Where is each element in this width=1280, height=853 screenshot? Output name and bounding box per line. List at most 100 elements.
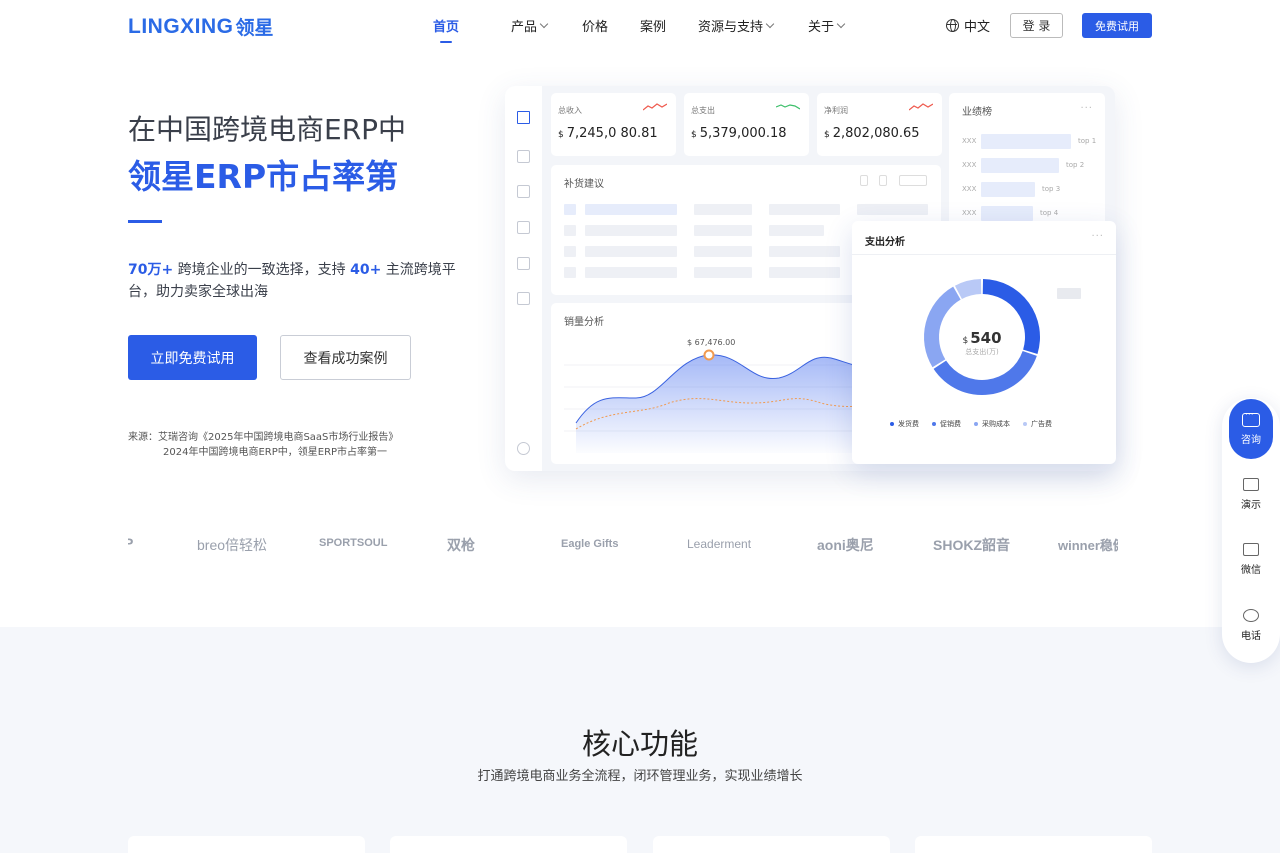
rank-bar (981, 182, 1035, 197)
source-note: 来源：艾瑞咨询《2025年中国跨境电商SaaS市场行业报告》 2024年中国跨境… (128, 430, 398, 460)
kpi-value: $2,802,080.65 (824, 126, 920, 141)
legend-label: 发货费 (898, 420, 919, 428)
spend-currency: $ (962, 336, 969, 346)
rank-bar (981, 206, 1033, 221)
nav-home-label: 首页 (433, 20, 460, 35)
wechat-button[interactable]: 微信 (1222, 543, 1280, 576)
legend-item: 促销费 (932, 419, 961, 429)
hero-title-line1: 在中国跨境电商ERP中 (128, 113, 407, 146)
rank-label: XXX (962, 161, 977, 169)
core-title: 核心功能 (581, 727, 698, 761)
legend-dot (890, 422, 894, 426)
kpi-card-profit: 净利润 $2,802,080.65 (817, 93, 942, 156)
language-switch[interactable]: 中文 (946, 16, 990, 35)
login-button[interactable]: 登 录 (1010, 13, 1063, 38)
nav-products[interactable]: 产品 (511, 16, 549, 35)
rank-label: XXX (962, 137, 977, 145)
kpi-label: 总收入 (558, 106, 582, 115)
language-label: 中文 (964, 20, 991, 35)
feature-card[interactable] (653, 836, 890, 853)
kpi-value: $5,379,000.18 (691, 126, 787, 141)
brand-logo: 双枪 (447, 537, 475, 553)
nav-resources-label: 资源与支持 (698, 20, 764, 35)
filter-chip[interactable] (879, 175, 887, 186)
free-trial-button[interactable]: 免费试用 (1082, 13, 1152, 38)
spend-analysis-card: 支出分析 ··· $540 总支出(万) 发货费 促销费 采购成本 广告费 (852, 221, 1116, 464)
table-cell (694, 267, 752, 278)
table-cell (694, 225, 752, 236)
table-cell (769, 267, 840, 278)
legend-label: 广告费 (1031, 420, 1052, 428)
table-cell (694, 204, 752, 215)
restock-title: 补货建议 (564, 179, 604, 190)
spend-legend: 发货费 促销费 采购成本 广告费 (890, 419, 1065, 429)
hero-divider (128, 220, 162, 223)
peak-label: $ 67,476.00 (687, 338, 735, 347)
hero-description: 70万+ 跨境企业的一致选择，支持 40+ 主流跨境平台，助力卖家全球出海 (128, 259, 458, 303)
headset-icon (517, 292, 530, 305)
nav-pricing[interactable]: 价格 (582, 16, 608, 35)
logo-text: LINGXING (128, 14, 234, 38)
consult-label: 咨询 (1241, 434, 1261, 446)
donut-center: $540 总支出(万) (947, 329, 1017, 357)
rank-tag: top 1 (1078, 137, 1097, 145)
lingxing-logo[interactable]: LINGXING 领星 (128, 13, 274, 40)
view-cases-button[interactable]: 查看成功案例 (280, 335, 411, 380)
dashboard-sidebar (505, 86, 542, 471)
donut-slice-2 (933, 351, 1037, 395)
logo-cn-text: 领星 (235, 17, 274, 39)
contact-float-panel: 咨询 演示 微信 电话 (1222, 398, 1280, 663)
consult-button[interactable]: 咨询 (1229, 399, 1273, 459)
filter-chip[interactable] (860, 175, 868, 186)
kpi-currency: $ (824, 130, 830, 140)
table-cell (564, 267, 576, 278)
core-subtitle: 打通跨境电商业务全流程，闭环管理业务，实现业绩增长 (477, 769, 803, 784)
chat-icon (1242, 410, 1260, 427)
sparkline-icon (909, 103, 933, 111)
chevron-down-icon (539, 19, 549, 28)
nav-home[interactable]: 首页 (433, 16, 460, 43)
source-line2: 2024年中国跨境电商ERP中，领星ERP市占率第一 (163, 447, 388, 458)
table-cell (769, 246, 840, 257)
nav-pricing-label: 价格 (582, 20, 609, 35)
legend-item: 广告费 (1023, 419, 1052, 429)
brand-logo: Eagle Gifts (561, 538, 619, 550)
customer-logos: P breo倍轻松 SPORTSOUL 双枪 Eagle Gifts Leade… (128, 530, 1118, 560)
legend-item: 发货费 (890, 419, 919, 429)
nav-cases[interactable]: 案例 (640, 16, 666, 35)
more-icon[interactable]: ··· (1080, 103, 1093, 114)
feature-card[interactable] (915, 836, 1152, 853)
warehouse-icon (517, 257, 530, 270)
kpi-card-revenue: 总收入 $7,245,0 80.81 (551, 93, 676, 156)
spend-subtitle: 总支出(万) (965, 348, 999, 356)
table-cell (585, 267, 677, 278)
nav-about-label: 关于 (808, 20, 835, 35)
feature-card[interactable] (128, 836, 365, 853)
start-free-trial-button[interactable]: 立即免费试用 (128, 335, 257, 380)
nav-products-label: 产品 (511, 20, 538, 35)
table-cell (564, 246, 576, 257)
demo-button[interactable]: 演示 (1222, 478, 1280, 511)
hero-stat-platforms: 40+ (350, 262, 382, 278)
kpi-currency: $ (691, 130, 697, 140)
hero-desc-text1: 跨境企业的一致选择，支持 (173, 262, 351, 278)
brand-logo: P (128, 535, 134, 551)
hero-title-line2: 领星ERP市占率第 (128, 157, 399, 196)
phone-button[interactable]: 电话 (1222, 609, 1280, 642)
filter-chip[interactable] (899, 175, 927, 186)
legend-label: 采购成本 (982, 420, 1010, 428)
kpi-card-expense: 总支出 $5,379,000.18 (684, 93, 809, 156)
brand-logo: aoni奥尼 (817, 537, 874, 553)
chevron-down-icon (765, 19, 775, 28)
rank-label: XXX (962, 185, 977, 193)
nav-about[interactable]: 关于 (808, 16, 846, 35)
table-cell (564, 204, 576, 215)
nav-resources[interactable]: 资源与支持 (698, 16, 775, 35)
kpi-label: 净利润 (824, 106, 848, 115)
brand-logo: winner稳健医疗 (1058, 538, 1118, 553)
spend-total: $540 (947, 329, 1017, 347)
spend-number: 540 (970, 329, 1002, 347)
feature-card[interactable] (390, 836, 627, 853)
table-cell (585, 204, 677, 215)
table-cell (769, 225, 824, 236)
